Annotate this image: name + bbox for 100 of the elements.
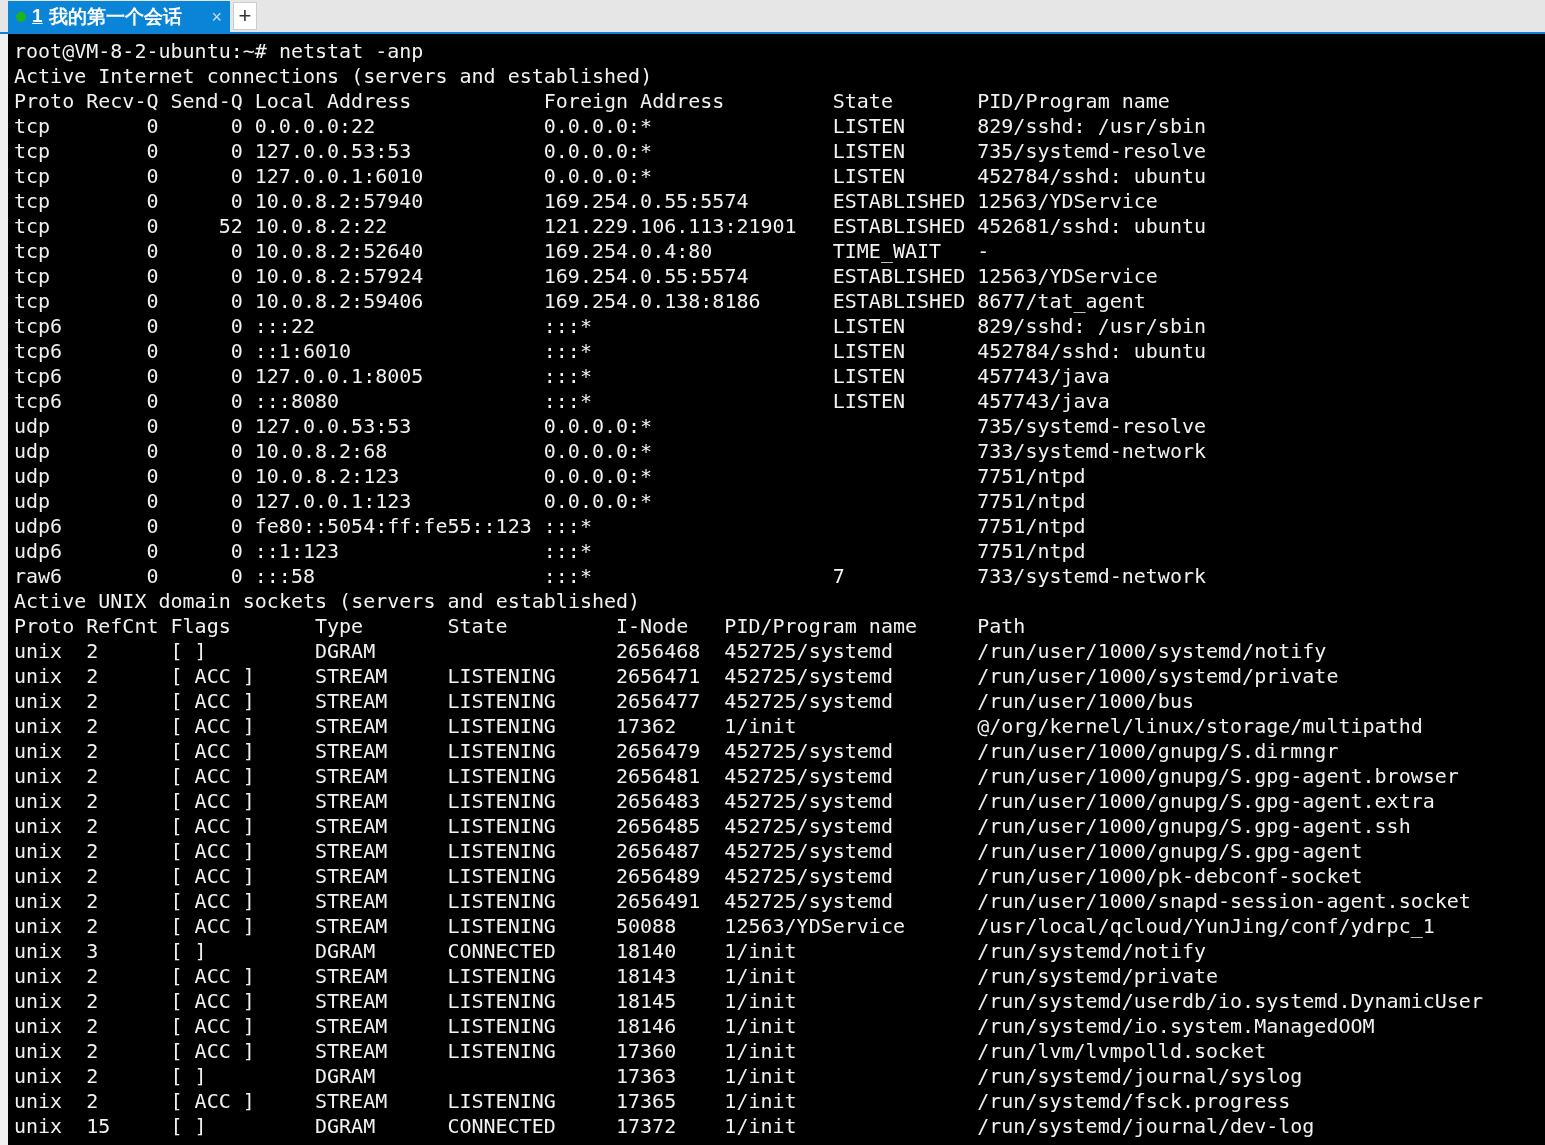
table-cell: 452725/systemd: [724, 663, 893, 688]
table-cell: udp6: [14, 513, 63, 538]
table-cell: STREAM: [315, 813, 388, 838]
table-cell: /run/user/1000/gnupg/S.dirmngr: [977, 738, 1339, 763]
table-cell: unix: [14, 938, 63, 963]
table-cell: 0.0.0.0:22: [254, 113, 376, 138]
table-cell: 2: [86, 813, 99, 838]
table-cell: [ ACC ]: [170, 963, 255, 988]
table-cell: tcp: [14, 238, 51, 263]
table-cell: 18146: [616, 1013, 677, 1038]
table-cell: -: [977, 238, 990, 263]
table-cell: unix: [14, 1038, 63, 1063]
table-cell: LISTENING: [447, 713, 556, 738]
column-header: Recv-Q: [86, 88, 159, 113]
table-cell: STREAM: [315, 863, 388, 888]
table-cell: 0: [146, 488, 159, 513]
table-cell: STREAM: [315, 663, 388, 688]
table-cell: /run/user/1000/systemd/private: [977, 663, 1339, 688]
table-cell: /run/lvm/lvmpolld.socket: [977, 1038, 1267, 1063]
table-cell: LISTENING: [447, 663, 556, 688]
table-cell: 10.0.8.2:123: [254, 463, 400, 488]
table-cell: ::1:6010: [254, 338, 352, 363]
table-cell: 0: [230, 388, 243, 413]
table-cell: 2: [86, 888, 99, 913]
table-cell: 12563/YDService: [724, 913, 905, 938]
table-cell: 829/sshd: /usr/sbin: [977, 113, 1206, 138]
table-cell: tcp: [14, 163, 51, 188]
table-cell: 452725/systemd: [724, 688, 893, 713]
table-cell: 50088: [616, 913, 677, 938]
table-cell: LISTEN: [832, 388, 905, 413]
table-cell: 457743/java: [977, 363, 1110, 388]
table-cell: 10.0.8.2:68: [254, 438, 388, 463]
table-cell: 1/init: [724, 1013, 797, 1038]
table-cell: TIME_WAIT: [832, 238, 942, 263]
table-cell: 0: [230, 363, 243, 388]
table-cell: [ ACC ]: [170, 813, 255, 838]
column-header: PID/Program name: [724, 613, 917, 638]
table-cell: unix: [14, 638, 63, 663]
table-cell: 1/init: [724, 963, 797, 988]
table-cell: udp: [14, 438, 51, 463]
column-header: I-Node: [616, 613, 689, 638]
table-cell: 0: [230, 338, 243, 363]
tab-number: 1: [32, 4, 43, 29]
table-cell: 18145: [616, 988, 677, 1013]
table-cell: unix: [14, 788, 63, 813]
table-cell: /run/systemd/userdb/io.systemd.DynamicUser: [977, 988, 1483, 1013]
table-cell: 0: [146, 363, 159, 388]
table-cell: LISTENING: [447, 1038, 556, 1063]
table-cell: 0.0.0.0:*: [543, 138, 653, 163]
command-line: root@VM-8-2-ubuntu:~# netstat -anp: [14, 37, 424, 65]
column-header: Proto: [14, 88, 75, 113]
table-cell: 452725/systemd: [724, 838, 893, 863]
table-cell: raw6: [14, 563, 63, 588]
table-cell: DGRAM: [315, 938, 376, 963]
session-tab[interactable]: 1 我的第一个会话 ×: [8, 1, 230, 32]
table-cell: 0.0.0.0:*: [543, 113, 653, 138]
table-cell: 2: [86, 1063, 99, 1088]
table-cell: udp: [14, 488, 51, 513]
table-cell: unix: [14, 888, 63, 913]
section-heading: Active UNIX domain sockets (servers and established): [14, 587, 641, 615]
table-cell: 452725/systemd: [724, 738, 893, 763]
new-tab-button[interactable]: +: [233, 2, 257, 30]
column-header: State: [832, 88, 893, 113]
table-cell: 452725/systemd: [724, 638, 893, 663]
table-cell: [ ACC ]: [170, 838, 255, 863]
table-cell: DGRAM: [315, 1063, 376, 1088]
table-cell: 18140: [616, 938, 677, 963]
column-header: Send-Q: [170, 88, 243, 113]
table-cell: [ ]: [170, 1113, 207, 1138]
table-cell: 1/init: [724, 713, 797, 738]
column-header: PID/Program name: [977, 88, 1170, 113]
table-cell: STREAM: [315, 838, 388, 863]
table-cell: 2: [86, 1038, 99, 1063]
table-cell: /run/systemd/journal/dev-log: [977, 1113, 1315, 1138]
table-cell: STREAM: [315, 1013, 388, 1038]
table-cell: STREAM: [315, 788, 388, 813]
table-cell: unix: [14, 913, 63, 938]
table-cell: LISTEN: [832, 338, 905, 363]
table-cell: 0: [146, 513, 159, 538]
table-cell: 0: [146, 213, 159, 238]
table-cell: /usr/local/qcloud/YunJing/conf/ydrpc_1: [977, 913, 1435, 938]
table-cell: 7751/ntpd: [977, 488, 1086, 513]
table-cell: 2: [86, 863, 99, 888]
table-cell: 2: [86, 913, 99, 938]
table-cell: /run/user/1000/bus: [977, 688, 1194, 713]
table-cell: [ ACC ]: [170, 1088, 255, 1113]
table-cell: 8677/tat_agent: [977, 288, 1146, 313]
table-cell: 10.0.8.2:57940: [254, 188, 424, 213]
close-tab-button[interactable]: ×: [211, 7, 222, 26]
table-cell: 2656479: [616, 738, 701, 763]
table-cell: 0: [146, 338, 159, 363]
table-cell: STREAM: [315, 963, 388, 988]
table-cell: 0.0.0.0:*: [543, 163, 653, 188]
table-cell: @/org/kernel/linux/storage/multipathd: [977, 713, 1423, 738]
table-cell: :::*: [543, 363, 592, 388]
table-cell: unix: [14, 713, 63, 738]
table-cell: ESTABLISHED: [832, 213, 966, 238]
column-header: Path: [977, 613, 1026, 638]
table-cell: 17363: [616, 1063, 677, 1088]
table-cell: STREAM: [315, 988, 388, 1013]
